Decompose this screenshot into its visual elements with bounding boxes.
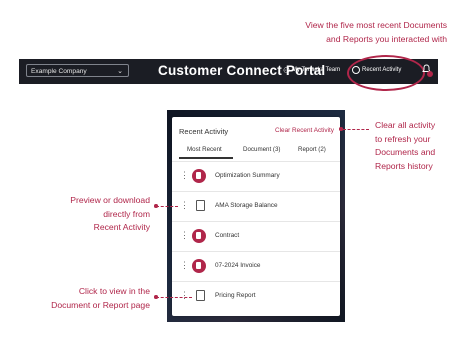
- clear-activity-annotation: Clear all activity to refresh your Docum…: [375, 119, 455, 173]
- panel-title: Recent Activity: [179, 127, 229, 136]
- list-item-label: Contract: [215, 232, 240, 239]
- tab-documents[interactable]: Document (3): [243, 146, 280, 153]
- annotation-line: View the five most recent Documents: [305, 20, 447, 30]
- preview-annotation: Preview or download directly from Recent…: [30, 194, 150, 235]
- annotation-line: Click to view in the: [78, 286, 150, 296]
- annotation-line: and Reports you interacted with: [326, 33, 447, 44]
- list-item[interactable]: ⋮ Pricing Report: [172, 281, 340, 312]
- connector-line: [156, 297, 192, 298]
- connector-line: [156, 206, 178, 207]
- annotation-line: Documents and: [375, 147, 436, 157]
- list-item-label: 07-2024 Invoice: [215, 262, 261, 269]
- annotation-line: Reports history: [375, 160, 433, 171]
- annotation-line: directly from: [103, 208, 150, 219]
- company-select[interactable]: Example Company ⌄: [26, 64, 129, 77]
- recent-activity-annotation: View the five most recent Documents and …: [295, 19, 447, 46]
- active-tab-indicator: [179, 157, 233, 159]
- team-link[interactable]: ⚇ My Tenaska Team: [283, 66, 341, 75]
- team-link-label: My Tenaska Team: [292, 67, 341, 73]
- kebab-menu-icon[interactable]: ⋮: [180, 170, 189, 181]
- chevron-down-icon: ⌄: [117, 68, 123, 75]
- list-item-label: Optimization Summary: [215, 172, 280, 179]
- tab-most-recent[interactable]: Most Recent: [187, 146, 222, 153]
- list-item-label: Pricing Report: [215, 292, 256, 299]
- click-annotation: Click to view in the Document or Report …: [20, 285, 150, 312]
- connector-dot: [339, 127, 343, 131]
- document-icon: [192, 229, 206, 243]
- clear-recent-activity-link[interactable]: Clear Recent Activity: [275, 127, 334, 134]
- highlight-circle: [347, 55, 425, 91]
- annotation-line: Clear all activity: [375, 120, 436, 130]
- annotation-line: Preview or download: [70, 195, 150, 205]
- list-item[interactable]: ⋮ Optimization Summary: [172, 161, 340, 192]
- list-item[interactable]: ⋮ 07-2024 Invoice: [172, 251, 340, 282]
- annotation-line: Document or Report page: [51, 299, 150, 310]
- connector-dot: [154, 204, 158, 208]
- list-item[interactable]: ⋮ Contract: [172, 221, 340, 252]
- document-icon: [192, 169, 206, 183]
- recent-activity-panel: Recent Activity Clear Recent Activity Mo…: [172, 117, 340, 316]
- list-item-label: AMA Storage Balance: [215, 202, 278, 209]
- connector-dot: [154, 295, 158, 299]
- kebab-menu-icon[interactable]: ⋮: [180, 290, 189, 301]
- document-icon: [192, 259, 206, 273]
- kebab-menu-icon[interactable]: ⋮: [180, 230, 189, 241]
- list-item[interactable]: ⋮ AMA Storage Balance: [172, 191, 340, 222]
- tab-reports[interactable]: Report (2): [298, 146, 326, 153]
- team-icon: ⚇: [283, 66, 291, 75]
- kebab-menu-icon[interactable]: ⋮: [180, 200, 189, 211]
- annotation-line: Recent Activity: [93, 222, 150, 232]
- company-select-value: Example Company: [31, 68, 87, 75]
- notification-badge: [427, 71, 433, 77]
- kebab-menu-icon[interactable]: ⋮: [180, 260, 189, 271]
- report-icon: [196, 290, 205, 301]
- connector-line: [343, 129, 369, 130]
- annotation-line: to refresh your: [375, 133, 431, 144]
- report-icon: [196, 200, 205, 211]
